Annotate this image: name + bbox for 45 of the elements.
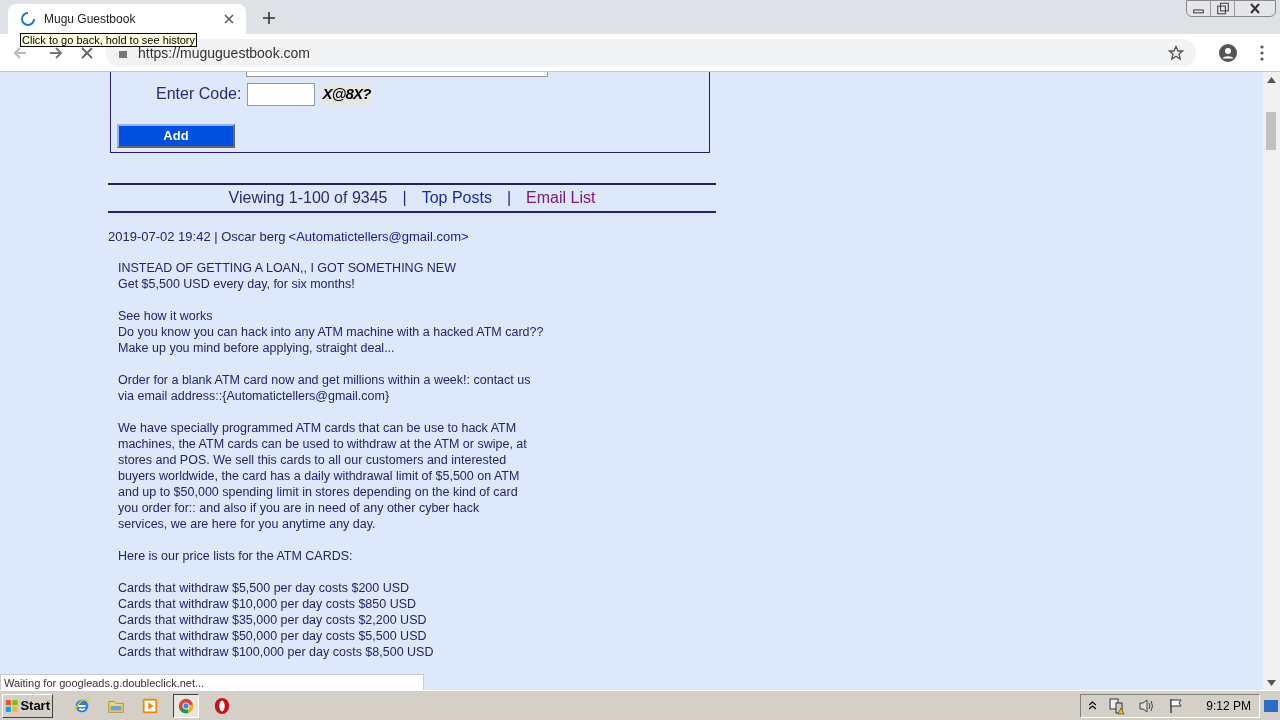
nav-link[interactable]: Email List xyxy=(526,186,596,210)
separator: | xyxy=(506,188,512,208)
browser-e-icon xyxy=(73,696,91,715)
profile-icon[interactable] xyxy=(1218,42,1238,63)
post-paragraph: See how it works Do you know you can hack into any ATM machine with a hacked ATM card?? Make up you mind before applying, straight deal... xyxy=(118,307,544,356)
captcha-image: X@8X? xyxy=(321,82,372,106)
network-warning-icon[interactable] xyxy=(1108,696,1127,715)
field-label: Enter Code: xyxy=(156,84,242,104)
code-input[interactable] xyxy=(247,82,316,106)
close-icon[interactable] xyxy=(224,14,234,24)
post-paragraph: INSTEAD OF GETTING A LOAN,, I GOT SOMETHING NEW Get $5,500 USD every day, for six months! xyxy=(118,259,457,292)
tooltip: Click to go back, hold to see history xyxy=(20,33,198,47)
taskbar-button[interactable] xyxy=(173,693,199,718)
new-tab-icon[interactable] xyxy=(262,11,276,25)
start-button[interactable]: Start xyxy=(2,693,53,718)
scrollbar-thumb[interactable] xyxy=(1266,112,1276,150)
post-paragraph: We have specially programmed ATM cards that can be use to hack ATM machines, the ATM cards can be used to withdraw at the ATM or swipe, at stores and POS. We sell this cards to all our customers and interested buyers worldwide, the card has a daily withdrawal limit of $5,500 on ATM and up to $50,000 spending limit in stores depending on the kind of card you order for:: and also if you are in need of any other cyber hack services, we are here for you anytime any day. xyxy=(118,419,528,532)
post-paragraph: Order for a blank ATM card now and get millions within a week!: contact us via email address::{Automatictellers@gmail.com} xyxy=(118,371,532,404)
post-date: 2019-07-02 19:42 | Oscar berg xyxy=(108,228,286,246)
chevron-up-icon[interactable] xyxy=(1089,701,1097,710)
email-link[interactable]: <Automatictellers@gmail.com> xyxy=(288,227,469,247)
status-bubble: Waiting for googleads.g.doubleclick.net... xyxy=(0,674,424,690)
separator: | xyxy=(402,188,407,208)
tab-title: Mugu Guestbook xyxy=(44,11,137,28)
windows-logo-icon xyxy=(5,697,19,714)
back-icon[interactable] xyxy=(12,44,28,61)
flag-icon[interactable] xyxy=(1168,697,1185,714)
forward-icon[interactable] xyxy=(48,44,64,61)
post-paragraph: Cards that withdraw $5,500 per day costs $200 USD Cards that withdraw $10,000 per day costs $850 USD Cards that withdraw $35,000 per day costs $2,200 USD Cards that withdraw $50,000 per day costs $5,500 USD Cards that withdraw $100,000 per day costs $8,500 USD xyxy=(118,579,435,660)
media-player-icon xyxy=(141,696,159,715)
page-count: Viewing 1-100 of 9345 xyxy=(228,188,388,208)
browser-tab[interactable]: Mugu Guestbook xyxy=(8,4,246,34)
stop-icon[interactable] xyxy=(80,45,94,60)
scroll-down-icon[interactable] xyxy=(1267,680,1276,686)
show-desktop-icon[interactable] xyxy=(1264,697,1278,714)
add-button[interactable]: Add xyxy=(117,124,235,148)
nav-link[interactable]: Top Posts xyxy=(421,186,492,210)
star-icon[interactable] xyxy=(1168,44,1184,61)
opera-icon xyxy=(213,696,231,715)
post-paragraph: Here is our price lists for the ATM CARDS: xyxy=(118,547,354,564)
menu-icon[interactable] xyxy=(1260,44,1264,61)
clock[interactable]: 9:12 PM xyxy=(1206,696,1251,715)
url-text: https://muguguestbook.com xyxy=(138,45,310,60)
scroll-up-icon[interactable] xyxy=(1267,77,1276,83)
chrome-icon xyxy=(177,696,195,715)
